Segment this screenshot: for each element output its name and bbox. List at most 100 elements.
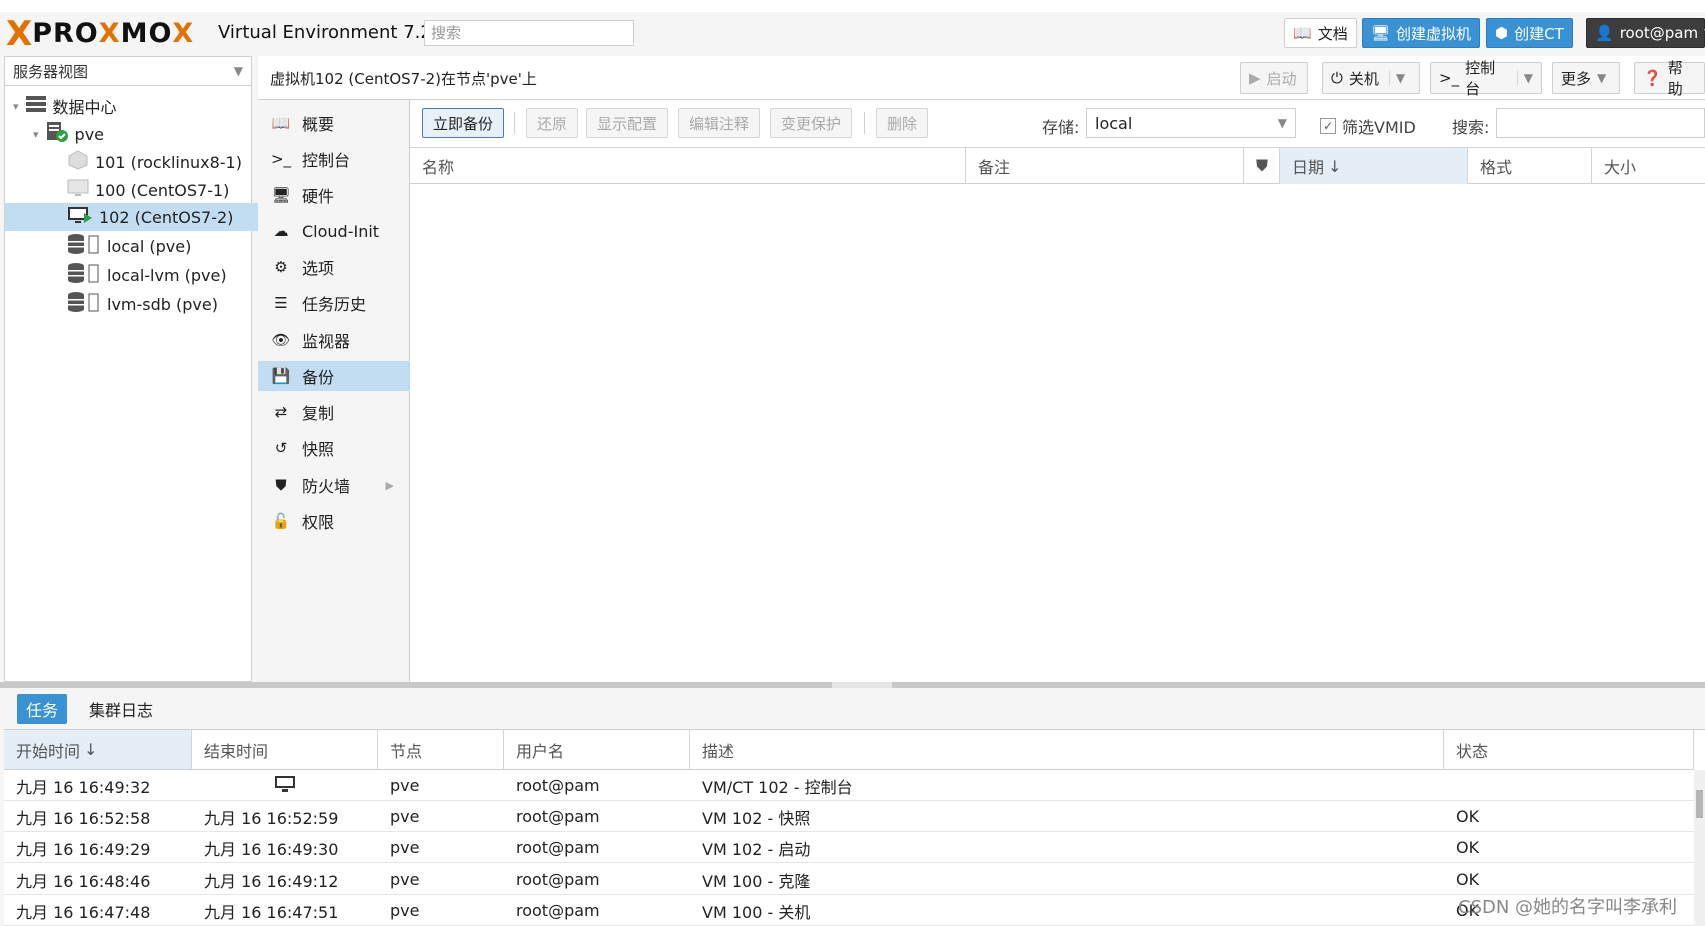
nav-label: 任务历史: [302, 295, 367, 314]
logo-mo: MO: [120, 18, 173, 49]
col-start-time[interactable]: 开始时间 ↓: [4, 730, 192, 770]
storage-icon: [67, 233, 101, 259]
col-notes[interactable]: 备注: [966, 148, 1244, 184]
cloud-icon: ☁: [273, 222, 289, 240]
create-ct-button[interactable]: ⬢ 创建CT: [1486, 18, 1573, 48]
terminal-icon: >_: [1439, 69, 1460, 87]
nav-firewall[interactable]: ⛊ 防火墙 ▶: [258, 470, 410, 500]
expand-arrow-icon: ▶: [385, 478, 394, 492]
edit-notes-button[interactable]: 编辑注释: [678, 108, 761, 138]
nav-hardware[interactable]: 🖥 硬件: [258, 180, 410, 210]
docs-button[interactable]: 📖 文档: [1284, 18, 1357, 48]
nav-monitor[interactable]: 👁 监视器: [258, 325, 410, 355]
col-node[interactable]: 节点: [378, 730, 504, 770]
cell-end: 九月 16 16:49:30: [204, 839, 339, 859]
tab-tasks[interactable]: 任务: [17, 694, 68, 724]
backup-now-button[interactable]: 立即备份: [422, 108, 505, 138]
user-menu-button[interactable]: 👤 root@pam ▼: [1586, 18, 1705, 48]
global-search-input[interactable]: 搜索: [424, 20, 634, 46]
col-date[interactable]: 日期 ↓: [1280, 148, 1468, 184]
nav-task-history[interactable]: ☰ 任务历史: [258, 288, 410, 318]
col-status[interactable]: 状态: [1444, 730, 1694, 770]
nav-permissions[interactable]: 🔓 权限: [258, 506, 410, 536]
nav-summary[interactable]: 📖 概要: [258, 108, 410, 138]
nav-label: 复制: [302, 404, 335, 423]
create-vm-button[interactable]: 🖥 创建虚拟机: [1362, 18, 1481, 48]
nav-cloud-init[interactable]: ☁ Cloud-Init: [258, 216, 410, 246]
monitor-running-icon: [67, 205, 93, 229]
collapse-arrow-icon: ▾: [13, 99, 19, 113]
col-end-time[interactable]: 结束时间: [192, 730, 378, 770]
col-name[interactable]: 名称: [410, 148, 966, 184]
task-row[interactable]: 九月 16 16:47:48 九月 16 16:47:51 pve root@p…: [4, 895, 1694, 926]
cell-user: root@pam: [516, 838, 600, 857]
nav-backup[interactable]: 💾 备份: [258, 361, 410, 391]
cell-user: root@pam: [516, 870, 600, 889]
shutdown-label: 关机: [1348, 69, 1379, 88]
nav-console[interactable]: >_ 控制台: [258, 144, 410, 174]
col-description[interactable]: 描述: [690, 730, 1444, 770]
nav-replication[interactable]: ⇄ 复制: [258, 397, 410, 427]
tree-item-datacenter[interactable]: ▾ 数据中心: [5, 92, 259, 120]
logo-x-mid: X: [98, 18, 121, 49]
change-protection-button[interactable]: 变更保护: [770, 108, 853, 138]
cell-node: pve: [390, 807, 420, 826]
cell-start: 九月 16 16:48:46: [16, 871, 151, 891]
nav-snapshots[interactable]: ↺ 快照: [258, 433, 410, 463]
node-online-icon: [45, 121, 69, 147]
storage-select[interactable]: local ▼: [1086, 108, 1296, 138]
shutdown-button[interactable]: ⏻ 关机 ▼: [1322, 62, 1420, 94]
shield-icon: ⛊: [275, 476, 287, 494]
task-row[interactable]: 九月 16 16:52:58 九月 16 16:52:59 pve root@p…: [4, 801, 1694, 832]
nav-label: Cloud-Init: [302, 221, 380, 241]
cube-icon: [67, 150, 89, 174]
gear-icon: ⚙: [274, 258, 288, 276]
book-icon: 📖: [1293, 24, 1312, 42]
chevron-down-icon: ▼: [233, 64, 243, 78]
nav-options[interactable]: ⚙ 选项: [258, 252, 410, 282]
cell-user: root@pam: [516, 901, 600, 920]
col-protected[interactable]: ⛊: [1244, 148, 1280, 184]
more-button[interactable]: 更多 ▼: [1552, 62, 1620, 94]
unlock-icon: 🔓: [271, 512, 291, 530]
tab-cluster-log[interactable]: 集群日志: [80, 694, 162, 724]
cell-end: 九月 16 16:52:59: [204, 808, 339, 828]
task-row[interactable]: 九月 16 16:48:46 九月 16 16:49:12 pve root@p…: [4, 864, 1694, 895]
cell-desc: VM 100 - 克隆: [702, 871, 811, 891]
start-button[interactable]: ▶ 启动: [1240, 62, 1308, 94]
monitor-icon: [67, 178, 89, 202]
col-start-time-label: 开始时间: [16, 741, 81, 761]
cell-status: OK: [1456, 838, 1480, 857]
tree-item-node-pve[interactable]: ▾ pve: [5, 120, 279, 148]
user-icon: 👤: [1595, 24, 1614, 42]
nav-label: 概要: [302, 115, 335, 134]
console-label: 控制台: [1465, 59, 1496, 98]
task-row[interactable]: 九月 16 16:49:32 pve root@pam VM/CT 102 - …: [4, 770, 1694, 801]
task-row[interactable]: 九月 16 16:49:29 九月 16 16:49:30 pve root@p…: [4, 832, 1694, 863]
chevron-down-icon: ▼: [1388, 71, 1405, 85]
col-size[interactable]: 大小: [1592, 148, 1705, 184]
logo-x-end: X: [172, 18, 195, 49]
col-format[interactable]: 格式: [1468, 148, 1592, 184]
scrollbar-thumb[interactable]: [1696, 790, 1703, 818]
toolbar-separator: [514, 112, 515, 134]
eye-icon: 👁: [271, 331, 291, 349]
desktop-icon: 🖥: [271, 186, 291, 204]
shield-icon: ⛊: [1256, 156, 1269, 175]
chevron-down-icon: ▼: [1597, 71, 1607, 85]
cell-desc: VM 102 - 启动: [702, 839, 811, 859]
console-button[interactable]: >_ 控制台 ▼: [1430, 59, 1542, 98]
cell-desc: VM/CT 102 - 控制台: [702, 777, 853, 797]
delete-button[interactable]: 删除: [876, 108, 929, 138]
filter-vmid-checkbox[interactable]: ✓ 筛选VMID: [1320, 114, 1416, 138]
restore-button[interactable]: 还原: [526, 108, 579, 138]
cell-status: [1444, 770, 1694, 801]
col-user[interactable]: 用户名: [504, 730, 690, 770]
view-select[interactable]: 服务器视图 ▼: [4, 56, 252, 86]
tree-item-label: lvm-sdb (pve): [107, 294, 218, 314]
help-button[interactable]: ❓ 帮助: [1634, 59, 1705, 98]
show-config-button[interactable]: 显示配置: [586, 108, 669, 138]
cell-end: 九月 16 16:47:51: [204, 902, 339, 922]
user-label: root@pam: [1619, 24, 1699, 42]
backup-search-input[interactable]: [1496, 108, 1705, 138]
